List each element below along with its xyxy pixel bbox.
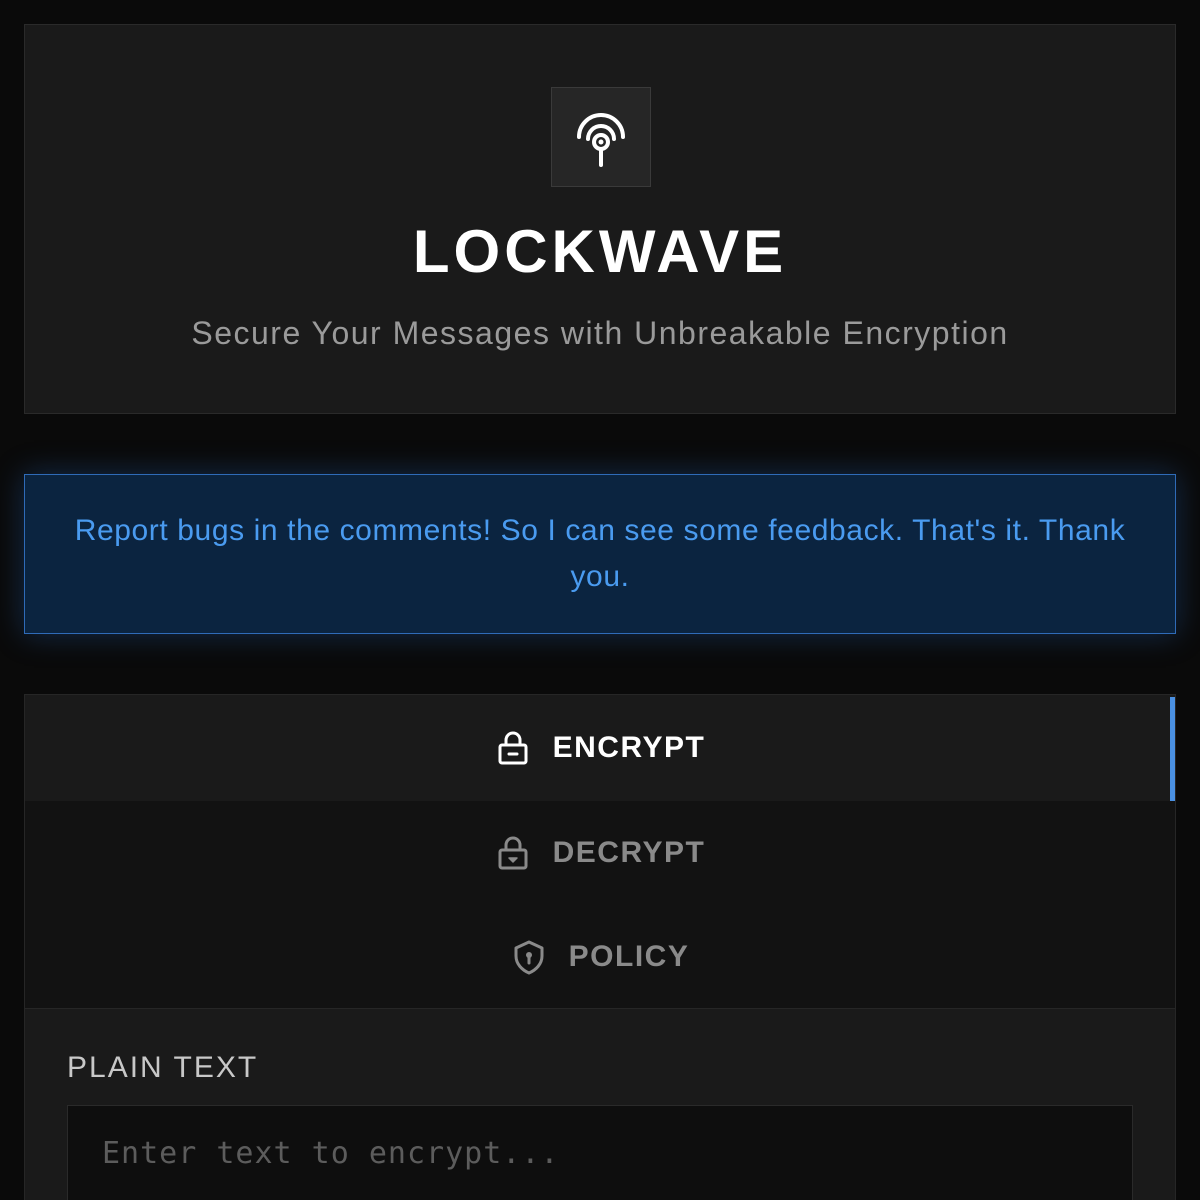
tab-decrypt[interactable]: DECRYPT [25,801,1175,905]
lock-icon [498,731,528,765]
plain-text-label: PLAIN TEXT [67,1051,259,1084]
tab-list: ENCRYPT DECRYPT POLICY [25,695,1175,1009]
page: LOCKWAVE Secure Your Messages with Unbre… [0,0,1200,1200]
logo [551,87,651,187]
app-subtitle: Secure Your Messages with Unbreakable En… [191,315,1009,351]
app-title: LOCKWAVE [412,218,788,285]
header-card: LOCKWAVE Secure Your Messages with Unbre… [24,24,1176,414]
tab-encrypt-label: ENCRYPT [552,731,706,764]
notice-banner: Report bugs in the comments! So I can se… [24,474,1176,634]
tab-policy-label: POLICY [568,940,690,973]
tab-encrypt[interactable]: ENCRYPT [25,695,1175,801]
tab-decrypt-label: DECRYPT [552,836,706,869]
broadcast-lock-icon [577,113,625,167]
tab-policy[interactable]: POLICY [25,905,1175,1009]
plain-text-input[interactable] [67,1105,1133,1200]
tabs-card: ENCRYPT DECRYPT POLICY PLAIN TEXT [24,694,1176,1200]
shield-icon [514,940,544,975]
notice-text: Report bugs in the comments! So I can se… [74,514,1126,593]
unlock-icon [498,836,528,870]
